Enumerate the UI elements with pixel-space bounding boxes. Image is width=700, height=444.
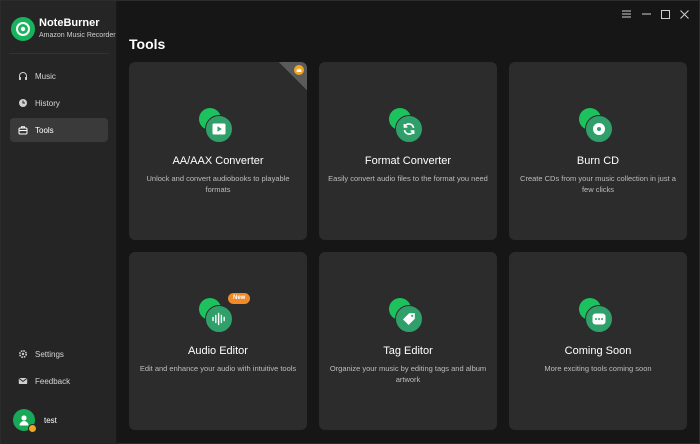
app-name: NoteBurner	[39, 17, 100, 29]
card-format-converter[interactable]: Format Converter Easily convert audio fi…	[319, 62, 497, 240]
disc-icon	[585, 115, 613, 143]
card-icon	[389, 298, 429, 338]
user-profile[interactable]: test	[13, 409, 57, 433]
sidebar-item-label: Settings	[35, 349, 64, 359]
mail-icon	[18, 376, 28, 386]
card-icon	[579, 108, 619, 148]
card-icon	[199, 298, 239, 338]
more-icon	[585, 305, 613, 333]
headphones-icon	[18, 71, 28, 81]
page-title: Tools	[129, 36, 166, 52]
close-icon[interactable]	[675, 7, 693, 21]
card-icon	[579, 298, 619, 338]
app-window: NoteBurner Amazon Music Recorder Music H…	[0, 0, 700, 444]
card-audio-editor[interactable]: New Audio Editor Edit and enhance your a…	[129, 252, 307, 430]
card-description: Edit and enhance your audio with intuiti…	[139, 364, 297, 373]
sidebar-item-label: History	[35, 98, 60, 108]
clock-icon	[18, 98, 28, 108]
card-coming-soon[interactable]: Coming Soon More exciting tools coming s…	[509, 252, 687, 430]
play-icon	[205, 115, 233, 143]
card-title: Burn CD	[576, 155, 620, 167]
card-tag-editor[interactable]: Tag Editor Organize your music by editin…	[319, 252, 497, 430]
new-badge: New	[228, 293, 251, 304]
card-description: Easily convert audio files to the format…	[328, 174, 488, 183]
sidebar-item-settings[interactable]: Settings	[10, 342, 108, 366]
sidebar-item-label: Feedback	[35, 376, 71, 386]
card-title: AA/AAX Converter	[172, 155, 264, 167]
toolbox-icon	[18, 125, 28, 135]
noteburner-logo-icon	[11, 17, 35, 41]
brand: NoteBurner Amazon Music Recorder	[11, 15, 116, 45]
card-description: Create CDs from your music collection in…	[520, 174, 676, 194]
sidebar-item-tools[interactable]: Tools	[10, 118, 108, 142]
premium-corner	[279, 62, 307, 90]
user-name: test	[44, 415, 57, 425]
app-subtitle: Amazon Music Recorder	[39, 32, 116, 39]
card-description: Unlock and convert audiobooks to playabl…	[146, 174, 290, 194]
menu-icon[interactable]	[617, 7, 635, 21]
sidebar-item-label: Music	[35, 71, 56, 81]
gear-icon	[18, 349, 28, 359]
card-title: Tag Editor	[383, 345, 433, 357]
maximize-icon[interactable]	[656, 7, 674, 21]
sidebar-item-label: Tools	[35, 125, 54, 135]
sidebar-item-feedback[interactable]: Feedback	[10, 369, 108, 393]
card-title: Coming Soon	[564, 345, 632, 357]
sidebar-item-music[interactable]: Music	[10, 64, 108, 88]
card-burn-cd[interactable]: Burn CD Create CDs from your music colle…	[509, 62, 687, 240]
card-icon	[199, 108, 239, 148]
minimize-icon[interactable]	[637, 7, 655, 21]
avatar[interactable]	[13, 409, 37, 433]
waveform-icon	[205, 305, 233, 333]
tag-icon	[395, 305, 423, 333]
sidebar: NoteBurner Amazon Music Recorder Music H…	[1, 1, 117, 444]
card-aa-aax-converter[interactable]: AA/AAX Converter Unlock and convert audi…	[129, 62, 307, 240]
card-description: Organize your music by editing tags and …	[329, 364, 487, 384]
refresh-icon	[395, 115, 423, 143]
card-icon	[389, 108, 429, 148]
card-title: Format Converter	[364, 155, 452, 167]
premium-badge-icon	[28, 424, 37, 433]
card-description: More exciting tools coming soon	[544, 364, 652, 373]
crown-icon	[294, 65, 304, 75]
divider	[9, 53, 109, 54]
card-title: Audio Editor	[188, 345, 248, 357]
sidebar-item-history[interactable]: History	[10, 91, 108, 115]
